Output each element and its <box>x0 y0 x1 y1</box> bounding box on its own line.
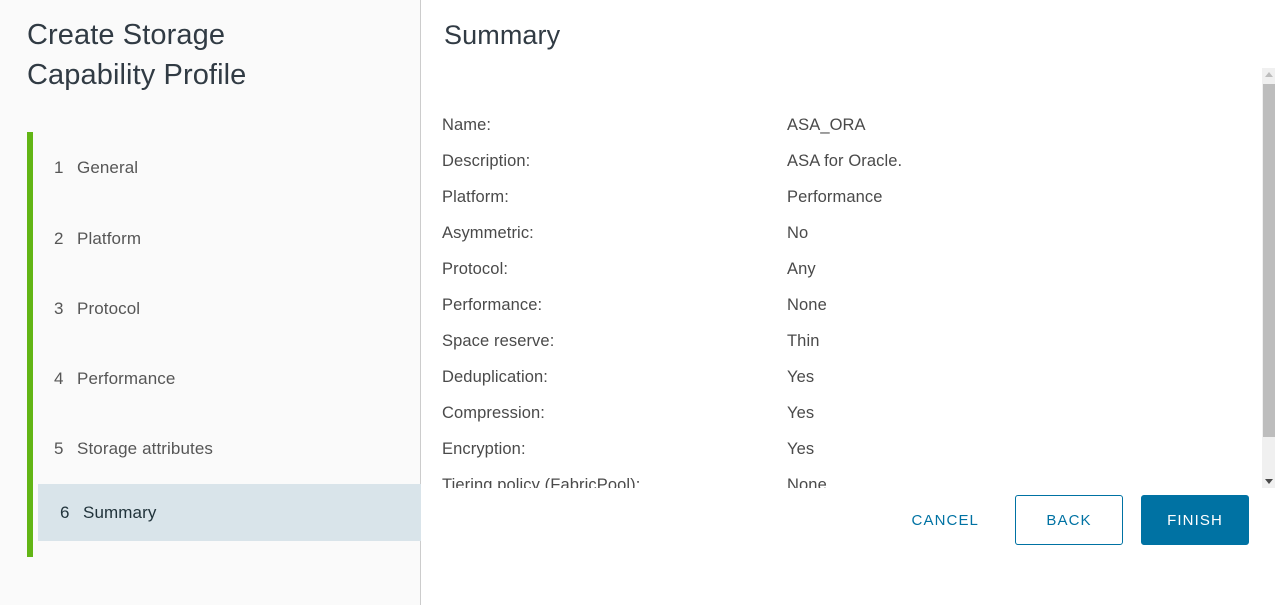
table-row: Compression: Yes <box>442 395 1222 431</box>
wizard-footer: Cancel Back Finish <box>421 488 1275 605</box>
row-value: Any <box>787 260 816 278</box>
row-label: Encryption: <box>442 440 526 458</box>
summary-scroll-region: Name: ASA_ORA Description: ASA for Oracl… <box>421 68 1275 488</box>
table-row: Name: ASA_ORA <box>442 107 1222 143</box>
wizard-step-list: 1 General 2 Platform 3 Protocol 4 Performanc… <box>27 132 421 557</box>
cancel-button[interactable]: Cancel <box>900 502 991 538</box>
row-label: Deduplication: <box>442 368 548 386</box>
row-label: Platform: <box>442 188 509 206</box>
step-label-summary: 6 Summary <box>60 503 156 523</box>
scroll-down-arrow-icon[interactable] <box>1262 474 1275 488</box>
sidebar-item-general[interactable]: 1 General <box>27 132 421 204</box>
row-label: Performance: <box>442 296 543 314</box>
scrollbar-thumb[interactable] <box>1263 84 1275 437</box>
row-value: Yes <box>787 440 815 458</box>
step-number: 3 <box>54 299 64 318</box>
step-number: 2 <box>54 229 64 248</box>
back-button[interactable]: Back <box>1015 495 1123 545</box>
wizard-sidebar: Create Storage Capability Profile 1 Gener… <box>0 0 421 605</box>
table-row: Asymmetric: No <box>442 215 1222 251</box>
wizard-main-panel: Summary Name: ASA_ORA Description: ASA f… <box>421 0 1275 605</box>
row-value: Yes <box>787 404 815 422</box>
step-number: 5 <box>54 439 64 458</box>
step-label-general: 1 General <box>54 158 138 178</box>
step-name: General <box>77 158 139 177</box>
table-row: Deduplication: Yes <box>442 359 1222 395</box>
step-name: Storage attributes <box>77 439 213 458</box>
row-label: Tiering policy (FabricPool): <box>442 476 641 488</box>
row-label: Space reserve: <box>442 332 555 350</box>
vertical-scrollbar[interactable] <box>1261 68 1275 488</box>
step-number: 6 <box>60 502 70 522</box>
sidebar-item-summary[interactable]: 6 Summary <box>38 484 421 541</box>
scroll-up-arrow-icon[interactable] <box>1262 68 1275 82</box>
step-label-storage-attributes: 5 Storage attributes <box>54 439 213 459</box>
sidebar-item-protocol[interactable]: 3 Protocol <box>27 274 421 344</box>
wizard-button-row: Cancel Back Finish <box>900 495 1249 545</box>
table-row: Platform: Performance <box>442 179 1222 215</box>
sidebar-item-platform[interactable]: 2 Platform <box>27 204 421 274</box>
row-label: Asymmetric: <box>442 224 534 242</box>
table-row: Protocol: Any <box>442 251 1222 287</box>
step-name: Summary <box>83 502 157 522</box>
row-value: None <box>787 296 827 314</box>
wizard-title: Create Storage Capability Profile <box>27 19 247 91</box>
step-name: Protocol <box>77 299 141 318</box>
table-row: Encryption: Yes <box>442 431 1222 467</box>
table-row: Description: ASA for Oracle. <box>442 143 1222 179</box>
row-label: Protocol: <box>442 260 509 278</box>
row-value: Yes <box>787 368 815 386</box>
row-value: No <box>787 224 809 242</box>
create-storage-capability-profile-wizard: Create Storage Capability Profile 1 Gener… <box>0 0 1275 605</box>
table-row: Tiering policy (FabricPool): None <box>442 467 1222 488</box>
row-label: Description: <box>442 152 531 170</box>
step-label-performance: 4 Performance <box>54 369 175 389</box>
table-row: Performance: None <box>442 287 1222 323</box>
step-name: Platform <box>77 229 142 248</box>
row-value: ASA_ORA <box>787 116 866 134</box>
row-value: None <box>787 476 827 488</box>
sidebar-item-performance[interactable]: 4 Performance <box>27 344 421 414</box>
sidebar-item-storage-attributes[interactable]: 5 Storage attributes <box>27 414 421 484</box>
step-name: Performance <box>77 369 176 388</box>
summary-table: Name: ASA_ORA Description: ASA for Oracl… <box>442 107 1222 488</box>
row-label: Compression: <box>442 404 545 422</box>
page-title: Summary <box>444 20 561 50</box>
step-number: 4 <box>54 369 64 388</box>
table-row: Space reserve: Thin <box>442 323 1222 359</box>
finish-button[interactable]: Finish <box>1141 495 1249 545</box>
step-number: 1 <box>54 158 64 177</box>
step-label-platform: 2 Platform <box>54 229 141 249</box>
row-value: Performance <box>787 188 883 206</box>
row-value: Thin <box>787 332 820 350</box>
row-value: ASA for Oracle. <box>787 152 903 170</box>
row-label: Name: <box>442 116 492 134</box>
step-label-protocol: 3 Protocol <box>54 299 140 319</box>
